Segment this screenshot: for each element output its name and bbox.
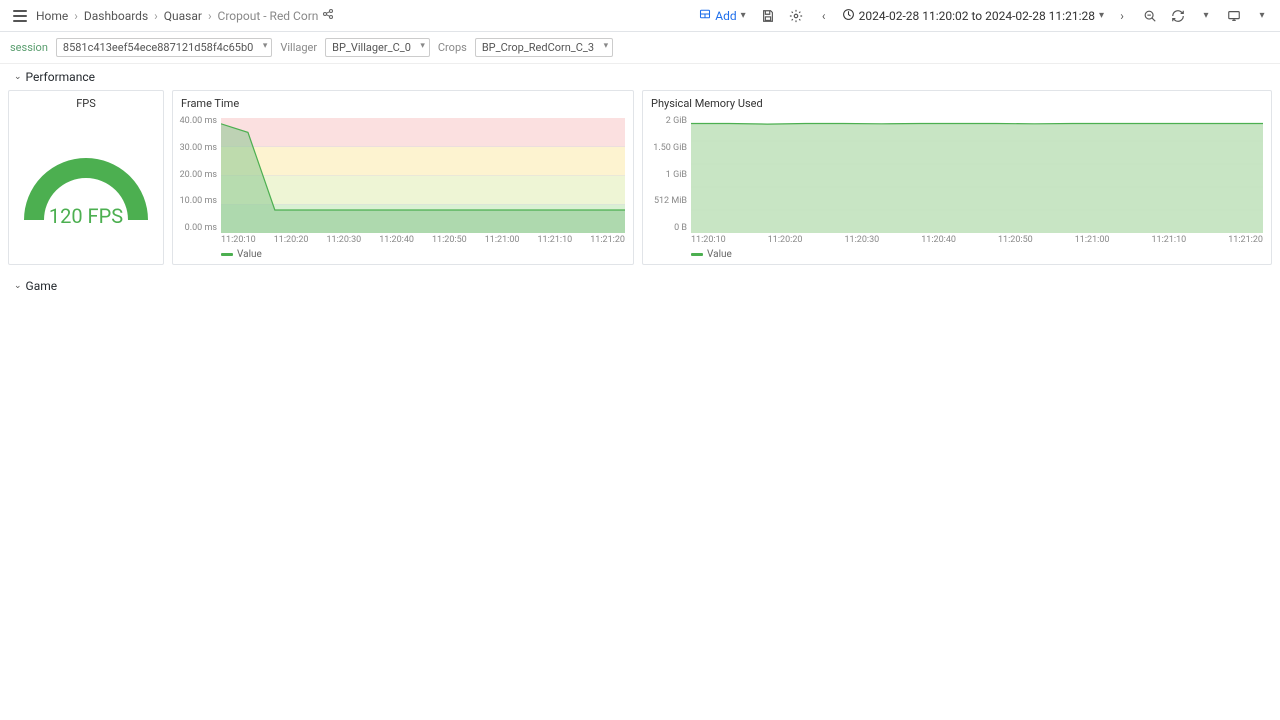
chevron-down-icon: ⌄ — [14, 72, 22, 82]
row-performance-panels: FPS 120 FPS Frame Time 40.00 ms30.00 ms2… — [0, 90, 1280, 273]
gear-icon[interactable] — [786, 6, 806, 26]
row-game-header[interactable]: ⌄ Game — [0, 273, 1280, 299]
kiosk-icon[interactable] — [1224, 6, 1244, 26]
panel-fps[interactable]: FPS 120 FPS — [8, 90, 164, 265]
var-crops-label: Crops — [438, 41, 467, 54]
gauge-value: 120 FPS — [16, 204, 156, 228]
add-label: Add — [715, 9, 736, 23]
refresh-interval-chevron[interactable]: ▾ — [1196, 6, 1216, 26]
panel-icon — [699, 8, 711, 23]
share-icon[interactable] — [322, 8, 334, 23]
memory-chart: 2 GiB1.50 GiB1 GiB512 MiB0 B 11:20:1011:… — [643, 116, 1271, 247]
breadcrumb-home[interactable]: Home — [36, 9, 68, 23]
panel-memory-title: Physical Memory Used — [643, 91, 1271, 116]
breadcrumb-sep: › — [208, 9, 212, 23]
gauge: 120 FPS — [16, 116, 156, 264]
panel-frame-time-title: Frame Time — [173, 91, 633, 116]
chevron-right-icon[interactable]: › — [1112, 6, 1132, 26]
var-session-select[interactable]: 8581c413eef54ece887121d58f4c65b0 — [56, 38, 272, 57]
chevron-down-icon: ▾ — [1099, 10, 1104, 21]
var-villager-select[interactable]: BP_Villager_C_0 — [325, 38, 430, 57]
breadcrumb-sep: › — [154, 9, 158, 23]
refresh-icon[interactable] — [1168, 6, 1188, 26]
time-range-text: 2024-02-28 11:20:02 to 2024-02-28 11:21:… — [859, 9, 1095, 23]
save-icon[interactable] — [758, 6, 778, 26]
row-game-title: Game — [26, 279, 58, 293]
variables-bar: session 8581c413eef54ece887121d58f4c65b0… — [0, 32, 1280, 64]
top-bar: Home › Dashboards › Quasar › Cropout - R… — [0, 0, 1280, 32]
var-crops-select[interactable]: BP_Crop_RedCorn_C_3 — [475, 38, 613, 57]
legend-label: Value — [237, 249, 262, 260]
breadcrumb-folder[interactable]: Quasar — [164, 9, 202, 23]
chevron-down-icon: ⌄ — [14, 281, 22, 291]
frame-time-legend: Value — [173, 247, 633, 264]
topbar-right: Add ▾ ‹ 2024-02-28 11:20:02 to 2024-02-2… — [695, 6, 1272, 26]
zoom-out-icon[interactable] — [1140, 6, 1160, 26]
menu-icon[interactable] — [8, 4, 32, 28]
breadcrumb-current: Cropout - Red Corn — [218, 9, 319, 23]
breadcrumb: Home › Dashboards › Quasar › Cropout - R… — [36, 9, 318, 23]
time-range-picker[interactable]: 2024-02-28 11:20:02 to 2024-02-28 11:21:… — [842, 8, 1104, 24]
frame-time-chart: 40.00 ms30.00 ms20.00 ms10.00 ms0.00 ms … — [173, 116, 633, 247]
var-villager-label: Villager — [280, 41, 317, 54]
memory-legend: Value — [643, 247, 1271, 264]
panel-memory[interactable]: Physical Memory Used 2 GiB1.50 GiB1 GiB5… — [642, 90, 1272, 265]
add-button[interactable]: Add ▾ — [695, 6, 749, 25]
panel-frame-time[interactable]: Frame Time 40.00 ms30.00 ms20.00 ms10.00… — [172, 90, 634, 265]
row-performance-header[interactable]: ⌄ Performance — [0, 64, 1280, 90]
breadcrumb-dashboards[interactable]: Dashboards — [84, 9, 148, 23]
chevron-left-icon[interactable]: ‹ — [814, 6, 834, 26]
chevron-down-icon: ▾ — [741, 10, 746, 21]
row-performance-title: Performance — [26, 70, 95, 84]
panel-fps-title: FPS — [68, 91, 104, 116]
legend-swatch — [691, 253, 703, 256]
var-session-label: session — [10, 41, 48, 54]
legend-label: Value — [707, 249, 732, 260]
breadcrumb-sep: › — [74, 9, 78, 23]
clock-icon — [842, 8, 855, 24]
legend-swatch — [221, 253, 233, 256]
chevron-down-icon[interactable]: ▾ — [1252, 6, 1272, 26]
